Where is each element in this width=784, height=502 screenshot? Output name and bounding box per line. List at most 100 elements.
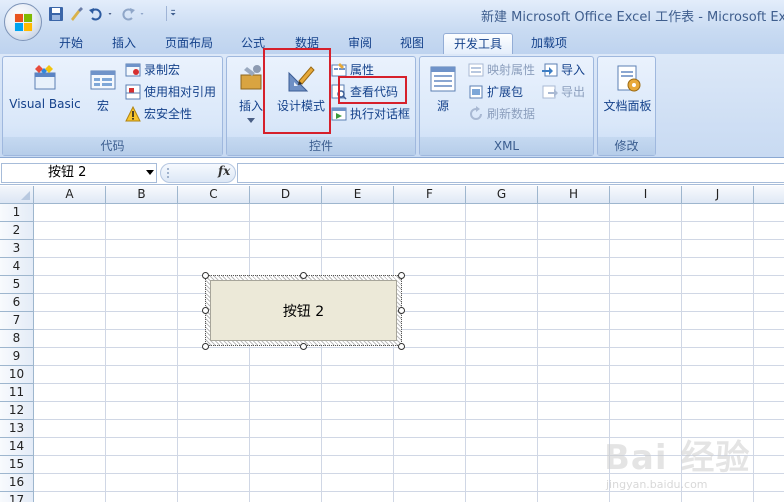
watermark-url: jingyan.baidu.com <box>606 478 708 491</box>
column-header[interactable]: B <box>106 186 178 204</box>
column-header[interactable]: H <box>538 186 610 204</box>
resize-handle-top-right[interactable] <box>398 272 405 279</box>
customize-qat-icon[interactable] <box>170 6 180 20</box>
macros-button[interactable]: 宏 <box>85 63 121 114</box>
visual-basic-icon <box>34 65 56 90</box>
row-header[interactable]: 11 <box>0 384 34 402</box>
view-code-highlight <box>338 76 407 104</box>
use-relative-label: 使用相对引用 <box>144 85 217 99</box>
tab-developer[interactable]: 开发工具 <box>443 33 513 54</box>
column-header[interactable]: J <box>682 186 754 204</box>
refresh-data-button[interactable]: 刷新数据 <box>468 105 535 123</box>
name-box-dropdown-icon[interactable] <box>146 170 154 175</box>
row-header[interactable]: 15 <box>0 456 34 474</box>
office-logo-icon <box>14 13 33 32</box>
expansion-packs-button[interactable]: 扩展包 <box>468 83 523 101</box>
column-header[interactable]: C <box>178 186 250 204</box>
window-title: 新建 Microsoft Office Excel 工作表 - Microsof… <box>481 10 784 25</box>
row-header[interactable]: 4 <box>0 258 34 276</box>
undo-dropdown-icon[interactable] <box>108 6 116 22</box>
tab-add-ins[interactable]: 加载项 <box>524 33 574 54</box>
tab-view[interactable]: 视图 <box>392 33 432 54</box>
tab-page-layout[interactable]: 页面布局 <box>158 33 220 54</box>
name-box[interactable]: 按钮 2 <box>1 163 157 183</box>
import-label: 导入 <box>561 63 586 77</box>
xml-source-icon <box>430 66 456 92</box>
document-panel-button[interactable]: 文档面板 <box>600 63 655 114</box>
form-button-selection-frame[interactable]: 按钮 2 <box>205 275 402 346</box>
row-header[interactable]: 6 <box>0 294 34 312</box>
undo-icon[interactable] <box>88 6 104 22</box>
row-header[interactable]: 7 <box>0 312 34 330</box>
formula-grip-icon <box>167 168 169 178</box>
redo-dropdown-icon[interactable] <box>140 6 148 22</box>
controls-group-label: 控件 <box>227 137 415 155</box>
column-header[interactable]: D <box>250 186 322 204</box>
macro-security-button[interactable]: 宏安全性 <box>125 105 192 123</box>
row-header[interactable]: 17 <box>0 492 34 502</box>
tab-review[interactable]: 审阅 <box>340 33 380 54</box>
formula-input[interactable] <box>237 163 784 183</box>
format-painter-icon[interactable] <box>68 6 84 22</box>
tab-insert[interactable]: 插入 <box>104 33 144 54</box>
code-group: Visual Basic 宏 录制宏 使用相对引用 宏安全性 代码 <box>2 56 223 156</box>
resize-handle-top-left[interactable] <box>202 272 209 279</box>
expansion-packs-icon <box>469 85 483 99</box>
resize-handle-bottom[interactable] <box>300 343 307 350</box>
import-button[interactable]: 导入 <box>542 61 585 79</box>
visual-basic-button[interactable]: Visual Basic <box>7 63 83 111</box>
macro-security-label: 宏安全性 <box>144 107 193 121</box>
row-header[interactable]: 2 <box>0 222 34 240</box>
run-dialog-icon <box>331 107 347 121</box>
tab-home[interactable]: 开始 <box>52 33 90 54</box>
resize-handle-top[interactable] <box>300 272 307 279</box>
row-header[interactable]: 12 <box>0 402 34 420</box>
insert-function-button[interactable]: fx <box>218 164 230 178</box>
record-macro-button[interactable]: 录制宏 <box>125 61 180 79</box>
export-icon <box>542 85 558 99</box>
save-icon[interactable] <box>48 6 64 22</box>
title-bar: 新建 Microsoft Office Excel 工作表 - Microsof… <box>0 0 784 30</box>
column-header[interactable]: E <box>322 186 394 204</box>
form-button[interactable]: 按钮 2 <box>210 280 397 341</box>
formula-controls: fx <box>160 163 236 183</box>
document-panel-label: 文档面板 <box>603 99 652 113</box>
column-header-partial[interactable] <box>754 186 784 204</box>
record-macro-icon <box>125 63 141 77</box>
select-all-triangle-icon <box>21 191 30 200</box>
resize-handle-bottom-left[interactable] <box>202 343 209 350</box>
resize-handle-left[interactable] <box>202 307 209 314</box>
redo-icon[interactable] <box>120 6 136 22</box>
resize-handle-bottom-right[interactable] <box>398 343 405 350</box>
expansion-packs-label: 扩展包 <box>487 85 524 99</box>
resize-handle-right[interactable] <box>398 307 405 314</box>
row-header[interactable]: 3 <box>0 240 34 258</box>
refresh-icon <box>470 106 482 120</box>
office-button[interactable] <box>4 3 42 41</box>
relative-references-icon <box>125 84 141 100</box>
source-button[interactable]: 源 <box>424 63 462 114</box>
row-header[interactable]: 8 <box>0 330 34 348</box>
qat-separator <box>166 6 167 21</box>
column-header[interactable]: F <box>394 186 466 204</box>
watermark-text: Bai 经验 <box>604 438 751 478</box>
column-header[interactable]: A <box>34 186 106 204</box>
row-header[interactable]: 1 <box>0 204 34 222</box>
export-button[interactable]: 导出 <box>542 83 585 101</box>
row-header[interactable]: 16 <box>0 474 34 492</box>
use-relative-references-button[interactable]: 使用相对引用 <box>125 83 216 101</box>
map-properties-button[interactable]: 映射属性 <box>468 61 535 79</box>
row-header[interactable]: 14 <box>0 438 34 456</box>
xml-group: 源 映射属性 扩展包 刷新数据 导入 导出 XML <box>419 56 594 156</box>
ribbon-tab-bar: 开始 插入 页面布局 公式 数据 审阅 视图 开发工具 加载项 <box>0 30 784 54</box>
modify-group: 文档面板 修改 <box>597 56 656 156</box>
row-header[interactable]: 5 <box>0 276 34 294</box>
run-dialog-button[interactable]: 执行对话框 <box>331 105 410 123</box>
column-header[interactable]: G <box>466 186 538 204</box>
macros-label: 宏 <box>96 99 109 113</box>
row-header[interactable]: 13 <box>0 420 34 438</box>
row-header[interactable]: 10 <box>0 366 34 384</box>
select-all-corner[interactable] <box>0 186 34 204</box>
row-header[interactable]: 9 <box>0 348 34 366</box>
column-header[interactable]: I <box>610 186 682 204</box>
